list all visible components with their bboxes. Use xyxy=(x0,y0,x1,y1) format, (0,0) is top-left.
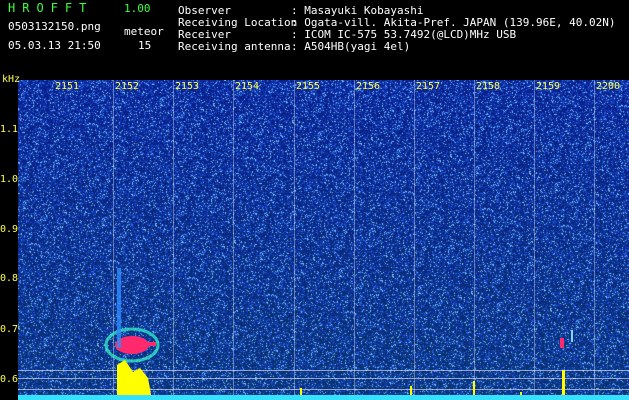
minor-trace xyxy=(571,330,573,342)
meteor-events-layer xyxy=(104,268,573,400)
hrofft-window: HROFFT 1.00 0503132150.png meteor 05.03.… xyxy=(0,0,629,400)
power-burst xyxy=(117,360,152,400)
meteor-echo-tail xyxy=(146,342,156,346)
meteor-trail xyxy=(117,268,121,348)
minor-meteor-echo xyxy=(560,338,564,348)
noise-floor-band xyxy=(18,395,629,400)
